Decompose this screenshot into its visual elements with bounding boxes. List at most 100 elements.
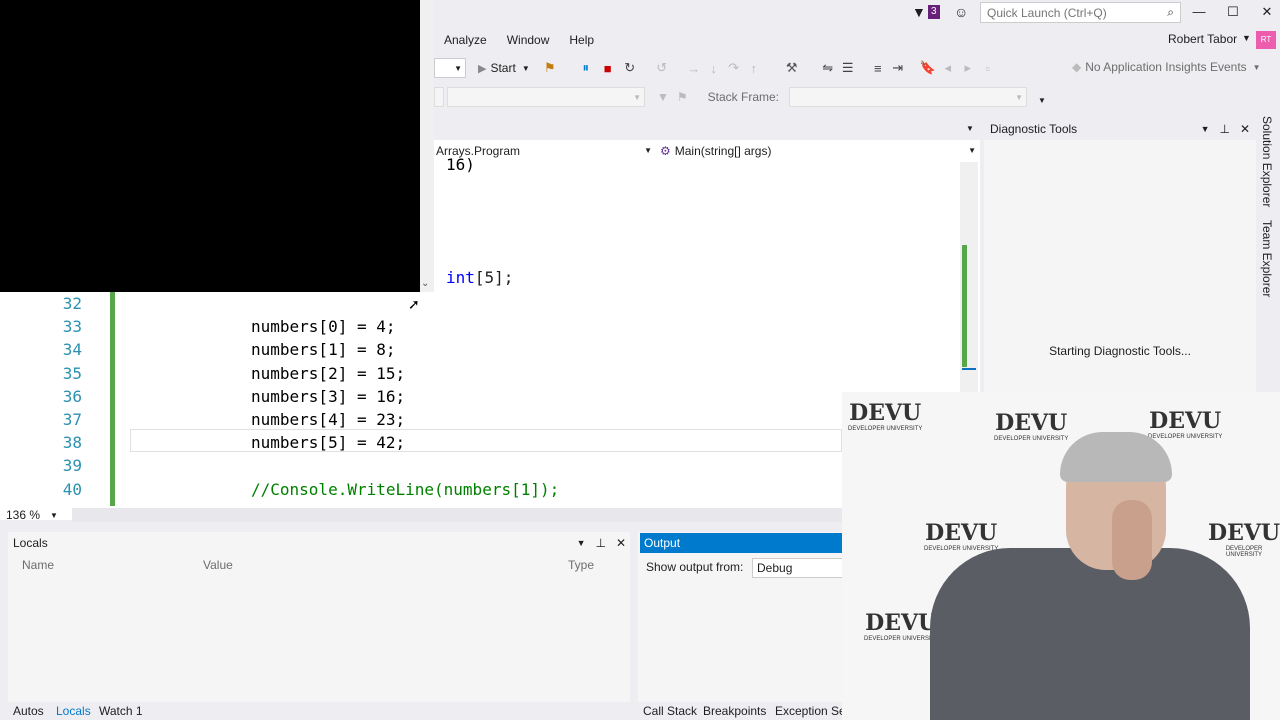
member-combo-label: Main(string[] args) [674, 144, 772, 158]
filter-icon: ▼ [912, 4, 926, 20]
search-icon[interactable]: ⌕ [1167, 5, 1174, 20]
step-back-icon[interactable]: ↑ [744, 61, 764, 76]
devu-logo: DEVU DEVELOPER UNIVERSITY [1208, 520, 1280, 558]
scrollbar-change-marker [962, 245, 967, 367]
quick-launch-box[interactable]: ⌕ [980, 2, 1181, 23]
threads-icon[interactable]: ☰ [838, 60, 858, 76]
close-icon[interactable]: ✕ [616, 533, 626, 553]
line-code: numbers[0] = 4; [251, 317, 396, 337]
code-line: 32 [0, 292, 842, 315]
show-next-statement-icon[interactable]: ↺ [652, 60, 672, 76]
devu-logo: DEVU DEVELOPER UNIVERSITY [1148, 408, 1223, 440]
maximize-button[interactable]: ☐ [1218, 2, 1248, 22]
filter-icon[interactable]: ▼ [657, 90, 669, 104]
bookmark-icon[interactable]: 🔖 [918, 60, 938, 76]
scrollbar-caret-marker [962, 368, 976, 370]
line-number: 35 [62, 363, 82, 383]
code-lines[interactable]: 32 33 numbers[0] = 4; 34 numbers[1] = 8; 3… [0, 292, 842, 504]
step-over-icon[interactable]: → [684, 61, 704, 76]
notifications-count: 3 [928, 5, 940, 19]
menu-analyze[interactable]: Analyze [434, 30, 497, 50]
chevron-down-icon[interactable]: ▼ [1201, 118, 1210, 140]
menu-window[interactable]: Window [497, 30, 560, 50]
presenter-hand [1112, 500, 1152, 580]
browser-link-icon[interactable]: ⚑ [540, 60, 560, 76]
pin-icon[interactable]: ⊥ [595, 533, 605, 553]
chevron-down-icon: ▼ [968, 146, 976, 155]
tab-autos[interactable]: Autos [13, 704, 44, 718]
menu-help[interactable]: Help [559, 30, 604, 50]
editor-options-chevron-icon[interactable]: ▼ [966, 124, 974, 133]
column-value[interactable]: Value [203, 558, 233, 572]
stack-frame-combo[interactable]: ▼ [789, 87, 1028, 107]
code-line: 35 numbers[2] = 15; [0, 362, 842, 385]
avatar[interactable]: RT [1256, 31, 1276, 49]
change-tracking-bar [110, 292, 115, 506]
code-line: 40 //Console.WriteLine(numbers[1]); [0, 478, 842, 501]
feedback-icon[interactable]: ☺ [954, 4, 968, 20]
align-icon[interactable]: ≡ [868, 61, 888, 76]
line-number: 32 [62, 294, 82, 313]
tab-team-explorer[interactable]: Team Explorer [1260, 220, 1274, 297]
tab-locals[interactable]: Locals [56, 704, 91, 718]
start-button[interactable]: Start [490, 61, 515, 75]
close-button[interactable]: ✕ [1252, 2, 1280, 22]
user-account[interactable]: Robert Tabor [1168, 32, 1237, 46]
console-scrollbar[interactable] [420, 0, 434, 292]
diagnostic-tools-title: Diagnostic Tools [990, 122, 1078, 136]
chevron-down-icon: ▼ [1015, 93, 1024, 102]
editor-horizontal-scrollbar[interactable] [72, 508, 842, 522]
locals-panel [8, 532, 630, 702]
column-type[interactable]: Type [568, 558, 594, 572]
pause-icon[interactable]: ⏸ [576, 60, 596, 76]
output-title: Output [640, 533, 844, 553]
line-code: numbers[4] = 23; [251, 409, 406, 429]
column-name[interactable]: Name [22, 558, 54, 572]
close-icon[interactable]: ✕ [1240, 118, 1250, 140]
code-line: 39 [0, 454, 842, 477]
console-window[interactable] [0, 0, 420, 292]
code-line: 36 numbers[3] = 16; [0, 385, 842, 408]
chevron-down-icon: ▼ [454, 64, 462, 73]
next-bookmark-icon[interactable]: ▸ [958, 60, 978, 76]
output-source-combo[interactable]: Debug [752, 558, 844, 578]
locals-header: Locals ▼ ⊥ ✕ [8, 533, 630, 553]
tab-watch-1[interactable]: Watch 1 [99, 704, 143, 718]
flag-icon[interactable]: ⚑ [677, 90, 688, 104]
minimize-button[interactable]: — [1184, 2, 1214, 22]
platform-combo[interactable]: ▼ [434, 58, 466, 78]
tab-solution-explorer[interactable]: Solution Explorer [1260, 116, 1274, 207]
restart-icon[interactable]: ↻ [620, 60, 640, 76]
zoom-combo[interactable]: 136 % ▼ [6, 507, 70, 523]
stop-icon[interactable]: ■ [598, 61, 618, 76]
thread-icon[interactable]: ⇋ [818, 60, 838, 76]
diagnostic-status: Starting Diagnostic Tools... [1049, 344, 1191, 358]
step-into-icon[interactable]: ↓ [704, 61, 724, 76]
application-insights-button[interactable]: ◆ No Application Insights Events ▼ [1072, 60, 1261, 74]
prev-bookmark-icon[interactable]: ◂ [938, 60, 958, 76]
tab-call-stack[interactable]: Call Stack [643, 704, 697, 718]
notifications-button[interactable]: ▼ 3 [912, 4, 946, 22]
play-icon[interactable]: ▶ [478, 62, 486, 75]
member-combo[interactable]: ⚙ Main(string[] args) ▼ [658, 142, 978, 160]
chevron-down-icon[interactable]: ▼ [577, 533, 586, 553]
chevron-down-icon[interactable]: ▼ [1242, 33, 1251, 43]
quick-launch-input[interactable] [987, 5, 1157, 20]
zoom-level: 136 % [6, 508, 41, 522]
step-out-icon[interactable]: ↷ [724, 60, 744, 76]
array-size: [5]; [474, 268, 514, 287]
process-combo[interactable] [434, 87, 444, 107]
clear-bookmarks-icon[interactable]: ▫ [978, 61, 998, 76]
pin-icon[interactable]: ⊥ [1219, 118, 1229, 140]
chevron-down-icon: ▼ [50, 510, 58, 520]
scroll-down-arrow-icon[interactable]: ⌄ [421, 278, 429, 289]
indent-icon[interactable]: ⇥ [888, 60, 908, 76]
overflow-chevron-icon[interactable]: ▼ [1038, 96, 1046, 105]
current-line-highlight [130, 429, 842, 452]
tab-breakpoints[interactable]: Breakpoints [703, 704, 766, 718]
hot-reload-icon[interactable]: ⚒ [782, 60, 802, 76]
devu-logo: DEVU DEVELOPER UNIVERSITY [994, 410, 1069, 442]
chevron-down-icon[interactable]: ▼ [522, 64, 530, 73]
thread-combo[interactable]: ▼ [447, 87, 645, 107]
devu-logo: DEVU DEVELOPER UNIVERSITY [924, 520, 999, 552]
